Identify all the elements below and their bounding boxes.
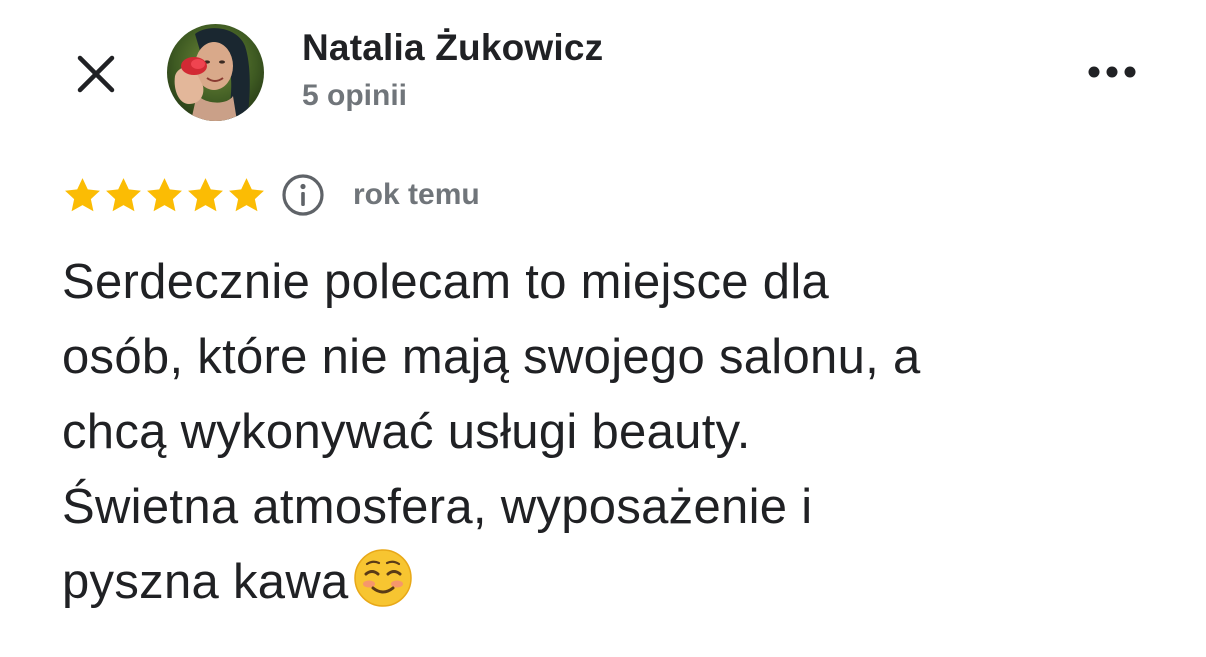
more-options-button[interactable] [1080, 50, 1144, 94]
review-body: Serdecznie polecam to miejsce dla osób, … [62, 255, 921, 609]
author-info: Natalia Żukowicz 5 opinii [302, 26, 603, 116]
star-icon [147, 177, 182, 211]
rating-row: rok temu [62, 170, 480, 220]
author-review-count[interactable]: 5 opinii [302, 76, 603, 116]
close-icon [77, 55, 115, 93]
review-date: rok temu [353, 178, 480, 211]
more-horizontal-icon [1088, 66, 1136, 78]
star-icon [188, 177, 223, 211]
star-icon [229, 177, 264, 211]
avatar-photo [167, 24, 264, 121]
info-icon[interactable] [281, 173, 325, 217]
star-rating [62, 175, 267, 216]
author-name[interactable]: Natalia Żukowicz [302, 26, 603, 70]
close-button[interactable] [68, 46, 124, 102]
avatar[interactable] [167, 24, 264, 121]
star-icon [65, 177, 100, 211]
smiling-face-icon [353, 548, 413, 630]
review-text: Serdecznie polecam to miejsce dla osób, … [62, 245, 1172, 630]
star-icon [106, 177, 141, 211]
